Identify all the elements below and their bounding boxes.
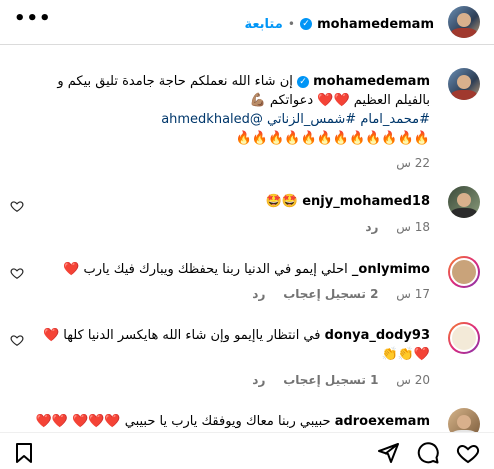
comment-text: في انتظار ياإيمو وإن شاء الله هايكسر الد… xyxy=(42,328,321,343)
caption-text-line2: بالفيلم العظيم ❤️❤️ دعواتكم 💪🏽 xyxy=(249,93,431,108)
comment-avatar-story[interactable] xyxy=(448,322,480,354)
comment-time: 18 س xyxy=(396,220,430,234)
comment-username[interactable]: adroexemam xyxy=(335,414,430,429)
follow-button[interactable]: متابعة xyxy=(244,17,282,32)
post-action-bar xyxy=(0,432,494,469)
like-comment-heart-icon[interactable] xyxy=(10,333,24,347)
comment-username[interactable]: enjy_mohamed18 xyxy=(302,194,430,209)
comment-item: donya_dody93 في انتظار ياإيمو وإن شاء ال… xyxy=(20,326,430,364)
share-icon[interactable] xyxy=(376,441,400,465)
comment-time: 20 س xyxy=(396,373,430,387)
caption-text-line1: إن شاء الله نعملكم حاجة جامدة تليق بيكم … xyxy=(57,74,293,89)
header-username[interactable]: mohamedemam xyxy=(317,17,434,32)
caption-fire-emojis: 🔥🔥🔥🔥🔥🔥🔥🔥🔥🔥🔥🔥 xyxy=(235,131,430,146)
comment-username[interactable]: onlymimo_ xyxy=(352,262,430,277)
reply-button[interactable]: رد xyxy=(365,220,378,234)
heart-icon[interactable] xyxy=(456,441,480,465)
comment-avatar-story[interactable] xyxy=(448,256,480,288)
comment-text: 🤩🤩 xyxy=(265,194,299,209)
reply-button[interactable]: رد xyxy=(252,287,265,301)
comment-likes-count[interactable]: 2 تسجيل إعجاب xyxy=(283,287,378,301)
header-avatar[interactable] xyxy=(448,6,480,38)
comment-item: adroexemam حبيبي ربنا معاك ويوفقك يارب ي… xyxy=(20,412,430,431)
verified-badge-icon: ✓ xyxy=(297,75,309,88)
reply-button[interactable]: رد xyxy=(252,373,265,387)
comment-meta: 20 س 1 تسجيل إعجاب رد xyxy=(238,373,430,387)
separator-dot: • xyxy=(287,17,295,31)
caption-username[interactable]: mohamedemam xyxy=(313,74,430,89)
post-header: ••• mohamedemam ✓ • متابعة xyxy=(0,0,494,45)
comment-text: احلي إيمو في الدنيا ربنا يحفظك ويبارك في… xyxy=(63,262,348,277)
post-author-avatar[interactable] xyxy=(448,68,480,100)
comment-meta: 18 س رد xyxy=(351,220,430,234)
header-user-block: mohamedemam ✓ • متابعة xyxy=(244,13,434,32)
caption-hashtags[interactable]: #محمد_امام #شمس_الزناتي @ahmedkhaled xyxy=(30,110,430,129)
comment-text: حبيبي ربنا معاك ويوفقك يارب يا حبيبي ❤️❤… xyxy=(35,414,331,429)
comment-meta: 17 س 2 تسجيل إعجاب رد xyxy=(238,287,430,301)
verified-badge-icon: ✓ xyxy=(300,17,313,30)
comment-item: enjy_mohamed18 🤩🤩 xyxy=(20,192,430,211)
comment-likes-count[interactable]: 1 تسجيل إعجاب xyxy=(283,373,378,387)
post-caption: mohamedemam ✓ إن شاء الله نعملكم حاجة جا… xyxy=(30,72,430,173)
comment-text-line2: ❤️👏👏 xyxy=(381,347,430,362)
comment-avatar[interactable] xyxy=(448,186,480,218)
caption-time: 22 س xyxy=(396,156,430,170)
like-comment-heart-icon[interactable] xyxy=(10,199,24,213)
bookmark-icon[interactable] xyxy=(12,441,36,465)
comment-username[interactable]: donya_dody93 xyxy=(325,328,430,343)
comment-time: 17 س xyxy=(396,287,430,301)
comment-item: onlymimo_ احلي إيمو في الدنيا ربنا يحفظك… xyxy=(20,260,430,279)
like-comment-heart-icon[interactable] xyxy=(10,266,24,280)
more-options-icon[interactable]: ••• xyxy=(14,8,52,29)
comment-icon[interactable] xyxy=(416,441,440,465)
